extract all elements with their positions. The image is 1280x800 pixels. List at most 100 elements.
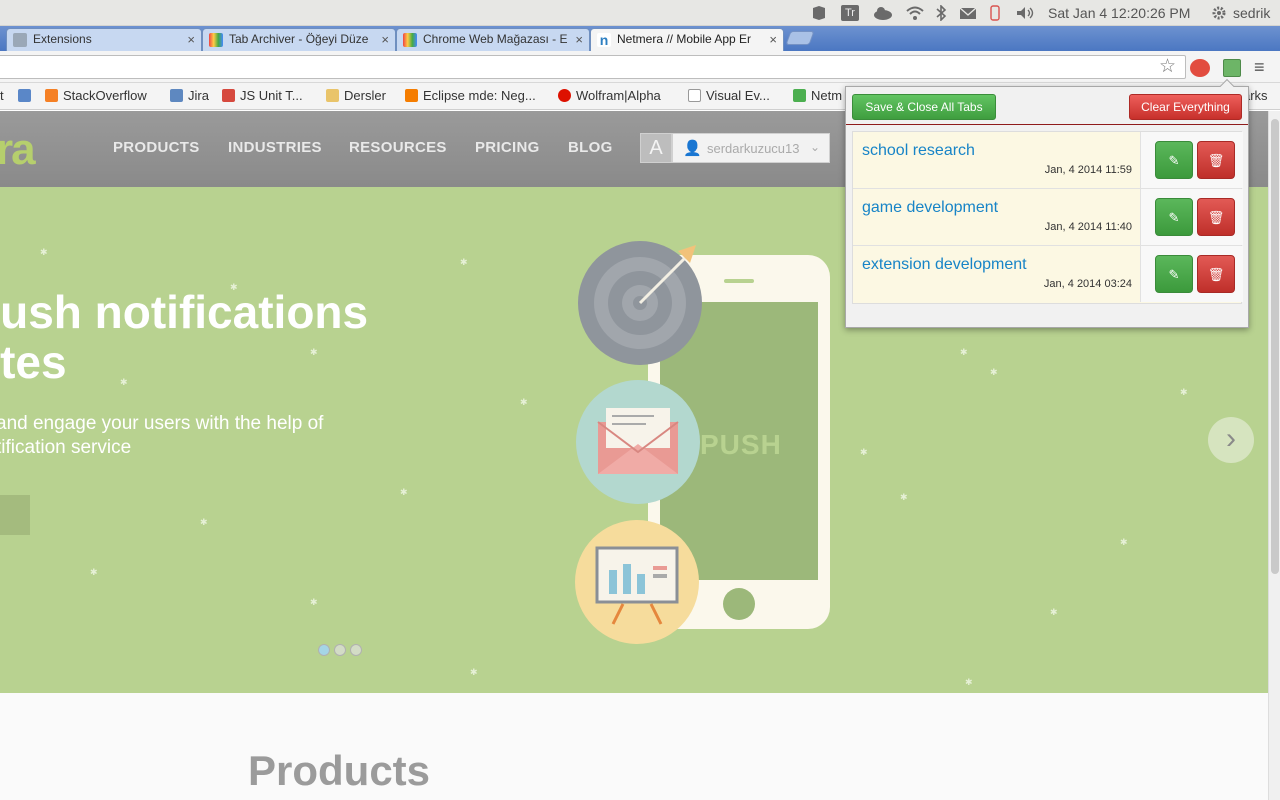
phone-speaker [724, 279, 754, 283]
blogger-icon [405, 89, 418, 102]
edit-icon: ✎ [1168, 267, 1180, 282]
popup-header: Save & Close All Tabs Clear Everything [846, 87, 1248, 125]
chevron-down-icon: ⌄ [809, 140, 820, 154]
nav-industries[interactable]: INDUSTRIES [228, 139, 322, 156]
edit-archive-button[interactable]: ✎ [1155, 141, 1193, 179]
hero-cta-button[interactable] [0, 495, 30, 535]
wolfram-icon [558, 89, 571, 102]
app-store-icon[interactable]: A [640, 133, 672, 163]
bookmark-jira[interactable]: Jira [170, 88, 209, 104]
carousel-dot[interactable] [334, 644, 346, 656]
dropbox-icon[interactable] [810, 5, 828, 21]
archive-name-link[interactable]: extension development [862, 256, 1027, 274]
archive-name-link[interactable]: game development [862, 199, 998, 217]
bookmark-dersler[interactable]: Dersler [326, 88, 386, 104]
edit-archive-button[interactable]: ✎ [1155, 255, 1193, 293]
sheet-icon [793, 89, 806, 102]
system-top-bar: Tr Sat Jan 4 12:20:26 PM sedrik [0, 0, 1280, 26]
bookmark-item[interactable]: t [0, 88, 4, 104]
tab-netmera[interactable]: n Netmera // Mobile App Er × [590, 28, 784, 52]
mail-icon[interactable] [959, 5, 977, 21]
tab-archiver-popup: Save & Close All Tabs Clear Everything s… [845, 78, 1249, 328]
tab-tab-archiver[interactable]: Tab Archiver - Öğeyi Düze × [202, 28, 396, 51]
archive-name-link[interactable]: school research [862, 142, 975, 160]
tab-archiver-extension-icon[interactable] [1223, 59, 1241, 77]
bookmark-star-icon[interactable]: ☆ [1159, 55, 1176, 78]
address-bar[interactable] [0, 55, 1186, 79]
save-close-all-tabs-button[interactable]: Save & Close All Tabs [852, 94, 996, 120]
nav-resources[interactable]: RESOURCES [349, 139, 447, 156]
trash-icon: 🗑 [1207, 267, 1225, 282]
puzzle-icon [13, 33, 27, 47]
edit-icon: ✎ [1168, 153, 1180, 168]
gear-icon[interactable] [1211, 5, 1227, 21]
chrome-menu-icon[interactable]: ≡ [1254, 57, 1265, 78]
tab-extensions[interactable]: Extensions × [6, 28, 202, 51]
carousel-dot[interactable] [318, 644, 330, 656]
bluetooth-icon[interactable] [935, 4, 947, 22]
archive-date: Jan, 4 2014 11:40 [1044, 221, 1132, 233]
user-dropdown[interactable]: 👤 serdarkuzucu13 ⌄ [672, 133, 830, 163]
hero-title: push notifications utes [0, 286, 369, 388]
bookmark-wolfram[interactable]: Wolfram|Alpha [558, 88, 661, 104]
target-icon [578, 241, 702, 365]
tab-chrome-web-store[interactable]: Chrome Web Mağazası - E × [396, 28, 590, 51]
envelope-icon [576, 380, 700, 504]
wifi-icon[interactable] [905, 5, 925, 21]
archive-row: extension development Jan, 4 2014 03:24 … [853, 246, 1243, 303]
close-icon[interactable]: × [575, 29, 583, 50]
tab-title: Chrome Web Mağazası - E [423, 32, 568, 46]
site-logo[interactable]: ra [0, 125, 36, 175]
bookmark-item[interactable] [18, 88, 36, 104]
jsunit-icon [222, 89, 235, 102]
edit-archive-button[interactable]: ✎ [1155, 198, 1193, 236]
chrome-store-icon [209, 33, 223, 47]
archive-actions: ✎ 🗑 [1140, 132, 1243, 188]
close-icon[interactable]: × [187, 29, 195, 50]
folder-icon [326, 89, 339, 102]
bookmark-icon [18, 89, 31, 102]
nav-blog[interactable]: BLOG [568, 139, 613, 156]
archive-list: school research Jan, 4 2014 11:59 ✎ 🗑 ga… [852, 131, 1243, 304]
chart-board-icon [575, 520, 699, 644]
browser-tab-strip: Extensions × Tab Archiver - Öğeyi Düze ×… [0, 26, 1280, 52]
clock[interactable]: Sat Jan 4 12:20:26 PM [1048, 5, 1190, 21]
trello-icon[interactable]: Tr [841, 5, 859, 21]
battery-icon[interactable] [989, 5, 1001, 21]
nav-products[interactable]: PRODUCTS [113, 139, 200, 156]
carousel-next-button[interactable]: › [1208, 417, 1254, 463]
archive-actions: ✎ 🗑 [1140, 246, 1243, 302]
nav-pricing[interactable]: PRICING [475, 139, 540, 156]
clear-everything-button[interactable]: Clear Everything [1129, 94, 1242, 120]
delete-archive-button[interactable]: 🗑 [1197, 141, 1235, 179]
archive-date: Jan, 4 2014 11:59 [1044, 164, 1132, 176]
bookmark-netmera[interactable]: Netm [793, 88, 842, 104]
close-icon[interactable]: × [769, 29, 777, 50]
bookmark-visual-ev[interactable]: Visual Ev... [688, 88, 770, 104]
santa-extension-icon[interactable] [1190, 59, 1210, 77]
bookmark-stackoverflow[interactable]: StackOverflow [45, 88, 147, 104]
close-icon[interactable]: × [381, 29, 389, 50]
tab-title: Extensions [33, 32, 92, 46]
carousel-dot[interactable] [350, 644, 362, 656]
tab-title: Tab Archiver - Öğeyi Düze [229, 32, 369, 46]
browser-toolbar: ☆ ≡ [0, 51, 1280, 83]
bookmark-eclipse[interactable]: Eclipse mde: Neg... [405, 88, 536, 104]
archive-row: school research Jan, 4 2014 11:59 ✎ 🗑 [853, 132, 1243, 189]
cloud-icon[interactable] [873, 5, 893, 21]
carousel-dots [318, 643, 366, 661]
products-heading: Products [248, 747, 431, 794]
edit-icon: ✎ [1168, 210, 1180, 225]
bookmark-js-unit[interactable]: JS Unit T... [222, 88, 303, 104]
session-user[interactable]: sedrik [1233, 5, 1270, 21]
volume-icon[interactable] [1015, 5, 1037, 21]
netmera-favicon-icon: n [597, 33, 611, 47]
push-label: PUSH [700, 429, 782, 460]
phone-home-button [723, 588, 755, 620]
archive-date: Jan, 4 2014 03:24 [1043, 278, 1132, 290]
archive-actions: ✎ 🗑 [1140, 189, 1243, 245]
delete-archive-button[interactable]: 🗑 [1197, 255, 1235, 293]
scrollbar-thumb[interactable] [1271, 119, 1279, 574]
delete-archive-button[interactable]: 🗑 [1197, 198, 1235, 236]
page-scrollbar[interactable] [1268, 111, 1280, 800]
